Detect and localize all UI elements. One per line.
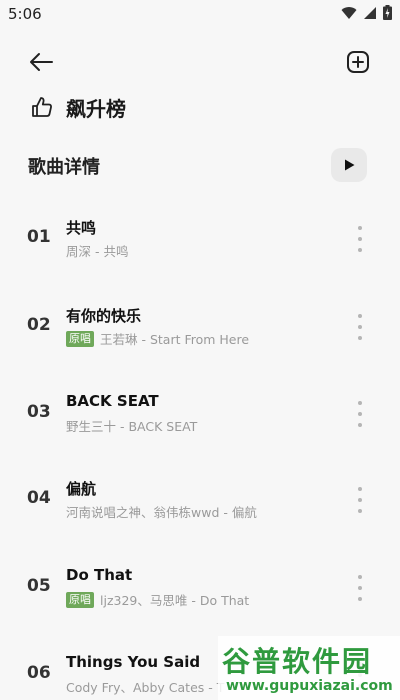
dot: [358, 401, 362, 405]
song-title: 有你的快乐: [66, 307, 142, 325]
dot: [358, 586, 362, 590]
song-artist: ljz329、马思唯 - Do That: [100, 593, 250, 608]
song-subtitle: 河南说唱之神、翁伟栋wwd - 偏航: [66, 502, 257, 521]
dot: [358, 226, 362, 230]
song-artist: 王若琳 - Start From Here: [100, 332, 250, 347]
dot: [358, 423, 362, 427]
dot: [358, 487, 362, 491]
song-subtitle: 周深 - 共鸣: [66, 241, 128, 260]
song-rank: 03: [27, 402, 51, 422]
song-row[interactable]: 04 偏航河南说唱之神、翁伟栋wwd - 偏航: [0, 471, 400, 531]
more-options-icon[interactable]: [352, 485, 368, 515]
song-row[interactable]: 01 共鸣周深 - 共鸣: [0, 210, 400, 270]
watermark-url: www.gupuxiazai.com: [226, 678, 393, 694]
song-title: 偏航: [66, 480, 97, 498]
original-tag: 原唱: [66, 591, 94, 608]
song-artist: 周深 - 共鸣: [66, 244, 129, 259]
song-rank: 05: [27, 576, 51, 596]
dot: [358, 237, 362, 241]
song-artist: 河南说唱之神、翁伟栋wwd - 偏航: [66, 505, 257, 520]
dot: [358, 248, 362, 252]
dot: [358, 509, 362, 513]
dot: [358, 498, 362, 502]
song-artist: Cody Fry、Abby Cates - T: [66, 680, 225, 695]
song-row[interactable]: 05 Do That 原唱 ljz329、马思唯 - Do That: [0, 559, 400, 619]
song-title: BACK SEAT: [66, 392, 159, 410]
song-rank: 01: [27, 227, 51, 247]
dot: [358, 412, 362, 416]
song-rank: 04: [27, 488, 51, 508]
song-row[interactable]: 02 有你的快乐原唱 王若琳 - Start From Here: [0, 298, 400, 358]
watermark-text: 谷普软件园: [222, 645, 373, 678]
song-subtitle: 原唱 王若琳 - Start From Here: [66, 329, 249, 348]
more-options-icon[interactable]: [352, 224, 368, 254]
original-tag: 原唱: [66, 330, 94, 347]
dot: [358, 325, 362, 329]
dot: [358, 336, 362, 340]
song-rank: 02: [27, 315, 51, 335]
more-options-icon[interactable]: [352, 312, 368, 342]
song-subtitle: 野生三十 - BACK SEAT: [66, 416, 197, 435]
song-artist: 野生三十 - BACK SEAT: [66, 419, 198, 434]
song-title: Things You Said: [66, 653, 201, 671]
dot: [358, 597, 362, 601]
watermark: 谷普软件园 www.gupuxiazai.com: [218, 636, 400, 700]
dot: [358, 575, 362, 579]
song-rank: 06: [27, 663, 51, 683]
song-row[interactable]: 03 BACK SEAT 野生三十 - BACK SEAT: [0, 385, 400, 445]
song-subtitle: Cody Fry、Abby Cates - T: [66, 677, 224, 696]
song-subtitle: 原唱 ljz329、马思唯 - Do That: [66, 590, 249, 609]
dot: [358, 314, 362, 318]
more-options-icon[interactable]: [352, 399, 368, 429]
song-list: 01 共鸣 周深 - 共鸣 02 有你的快乐 原唱 王若琳 - Start From Her…: [0, 0, 400, 700]
more-options-icon[interactable]: [352, 573, 368, 603]
song-title: 共鸣: [66, 219, 97, 237]
song-title: Do That: [66, 566, 133, 584]
